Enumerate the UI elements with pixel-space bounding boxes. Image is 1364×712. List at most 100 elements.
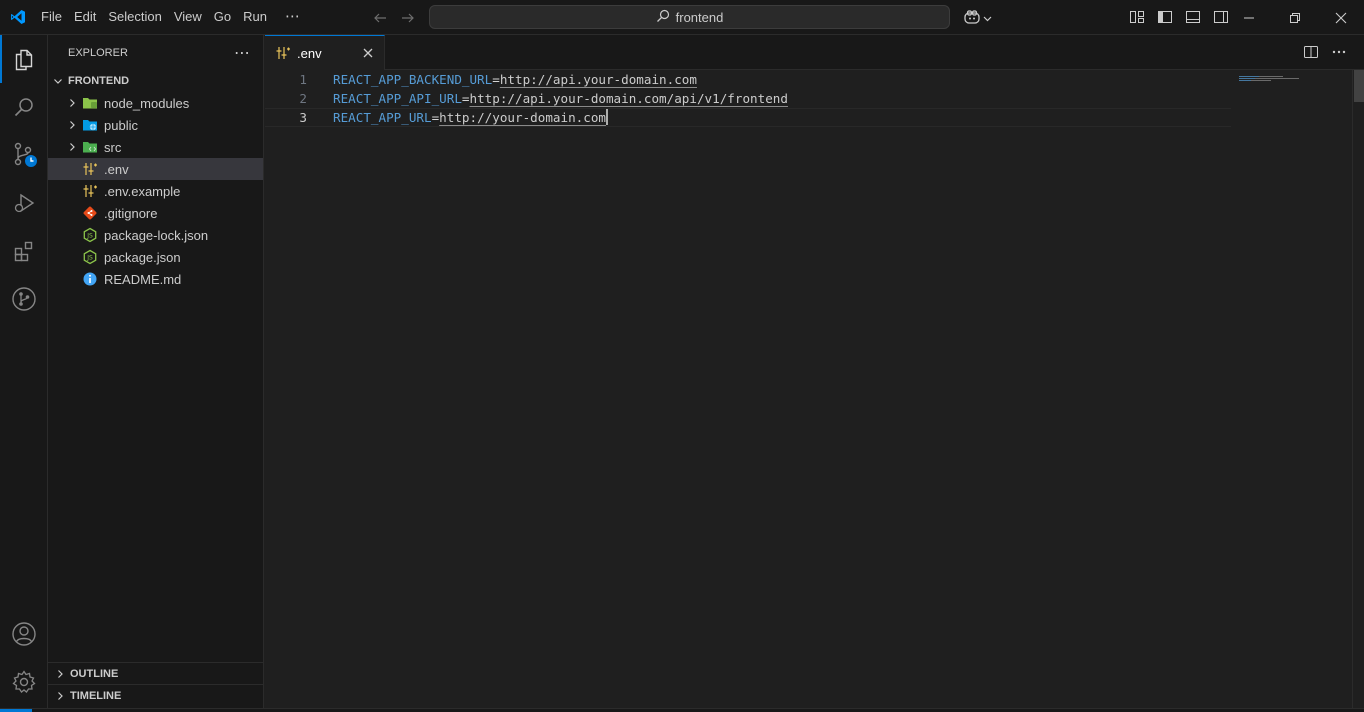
toggle-primary-sidebar-icon[interactable] (1152, 5, 1178, 29)
menu-edit[interactable]: Edit (68, 5, 102, 29)
menu-run[interactable]: Run (237, 5, 273, 29)
status-bar (0, 708, 1364, 712)
minimap[interactable] (1239, 70, 1301, 81)
tree-item-label: node_modules (104, 95, 190, 111)
chevron-down-icon (983, 11, 992, 26)
git-graph-icon[interactable] (0, 275, 48, 323)
go-forward-icon[interactable] (396, 6, 420, 30)
tree-item-node-modules[interactable]: node_modules (48, 92, 263, 114)
vscode-logo-icon (0, 0, 35, 35)
tree-item-env-example[interactable]: .env.example (48, 180, 263, 202)
env-equals: = (492, 72, 500, 87)
git-icon (82, 205, 98, 221)
command-center-search[interactable]: frontend (429, 5, 950, 29)
env-value-link[interactable]: http://api.your-domain.com (500, 72, 697, 87)
menu-go[interactable]: Go (208, 5, 237, 29)
menu-view[interactable]: View (168, 5, 208, 29)
layout-controls (1124, 5, 1234, 29)
sidebar-title: EXPLORER (68, 46, 128, 59)
search-icon (656, 9, 670, 26)
menu-file[interactable]: File (35, 5, 68, 29)
minimize-icon[interactable] (1226, 0, 1272, 35)
vertical-scrollbar[interactable] (1352, 70, 1364, 712)
window-controls (1226, 0, 1364, 35)
chevron-right-icon (64, 117, 80, 133)
copilot-menu-button[interactable] (960, 6, 994, 30)
extensions-icon[interactable] (0, 227, 48, 275)
info-icon (82, 271, 98, 287)
outline-section[interactable]: OUTLINE (48, 662, 264, 684)
go-back-icon[interactable] (368, 6, 392, 30)
svg-text:JS: JS (86, 233, 93, 240)
tree-item-readme-md[interactable]: README.md (48, 268, 263, 290)
close-window-icon[interactable] (1318, 0, 1364, 35)
node-folder-icon (82, 95, 98, 111)
menu-bar: File Edit Selection View Go Run ⋯ (35, 0, 306, 35)
text-cursor (605, 109, 608, 125)
tree-item-label: .gitignore (104, 205, 158, 221)
copilot-icon (963, 9, 981, 28)
tree-item-package-lock-json[interactable]: JS package-lock.json (48, 224, 263, 246)
env-icon (82, 183, 98, 199)
sidebar-header: EXPLORER ⋯ (48, 35, 263, 70)
tree-item-public[interactable]: public (48, 114, 263, 136)
tab-env[interactable]: .env (265, 35, 385, 70)
explorer-icon[interactable] (0, 35, 48, 83)
more-actions-icon[interactable] (1330, 43, 1348, 61)
menu-more[interactable]: ⋯ (279, 5, 306, 29)
env-key: REACT_APP_API_URL (333, 91, 462, 106)
tree-item-label: .env (104, 161, 129, 177)
line-number: 1 (299, 72, 307, 87)
run-debug-icon[interactable] (0, 179, 48, 227)
outline-label: OUTLINE (70, 667, 119, 680)
code-line: 2 REACT_APP_API_URL=http://api.your-doma… (265, 89, 1231, 108)
folder-section-frontend[interactable]: FRONTEND (48, 70, 263, 92)
tree-item-package-json[interactable]: JS package.json (48, 246, 263, 268)
toggle-panel-icon[interactable] (1180, 5, 1206, 29)
chevron-right-icon (64, 95, 80, 111)
editor-tabs: .env (265, 35, 1364, 70)
menu-selection[interactable]: Selection (102, 5, 167, 29)
timeline-section[interactable]: TIMELINE (48, 684, 264, 706)
accounts-icon[interactable] (0, 610, 48, 658)
env-key: REACT_APP_URL (333, 110, 432, 125)
source-control-icon[interactable] (0, 131, 48, 179)
editor-actions (1302, 43, 1348, 61)
restore-icon[interactable] (1272, 0, 1318, 35)
chevron-right-icon (52, 666, 68, 682)
close-icon[interactable] (360, 45, 376, 61)
nodejs-icon: JS (82, 249, 98, 265)
tree-item-src[interactable]: src (48, 136, 263, 158)
env-value-link[interactable]: http://api.your-domain.com/api/v1/fronte… (470, 91, 788, 106)
gear-icon[interactable] (0, 658, 48, 706)
search-view-icon[interactable] (0, 83, 48, 131)
tree-item-gitignore[interactable]: .gitignore (48, 202, 263, 224)
navigation-arrows (368, 6, 420, 30)
tab-label: .env (297, 45, 322, 61)
tree-item-label: README.md (104, 271, 182, 287)
src-folder-icon (82, 139, 98, 155)
line-content: REACT_APP_URL=http://your-domain.com (333, 108, 608, 127)
more-actions-button[interactable]: ⋯ (234, 43, 251, 63)
env-value-link[interactable]: http://your-domain.com (439, 110, 606, 125)
nodejs-icon: JS (82, 227, 98, 243)
env-icon (275, 45, 291, 61)
svg-text:JS: JS (86, 255, 93, 262)
line-number: 2 (299, 91, 307, 106)
code-line-current: 3 REACT_APP_URL=http://your-domain.com (265, 108, 1231, 127)
scrollbar-thumb[interactable] (1354, 70, 1364, 102)
env-equals: = (461, 91, 470, 106)
tree-item-env[interactable]: .env (48, 158, 263, 180)
tree-item-label: .env.example (104, 183, 181, 199)
code-line: 1 REACT_APP_BACKEND_URL=http://api.your-… (265, 70, 1231, 89)
customize-layout-icon[interactable] (1124, 5, 1150, 29)
timeline-label: TIMELINE (70, 689, 122, 702)
tree-item-label: package-lock.json (104, 227, 209, 243)
tree-item-label: src (104, 139, 122, 155)
root-folder-label: FRONTEND (68, 75, 130, 87)
line-content: REACT_APP_BACKEND_URL=http://api.your-do… (333, 70, 697, 89)
code-editor[interactable]: 1 REACT_APP_BACKEND_URL=http://api.your-… (265, 70, 1364, 712)
split-editor-icon[interactable] (1302, 43, 1320, 61)
command-center-label: frontend (675, 9, 724, 25)
sidebar-bottom-sections: OUTLINE TIMELINE (48, 662, 264, 706)
